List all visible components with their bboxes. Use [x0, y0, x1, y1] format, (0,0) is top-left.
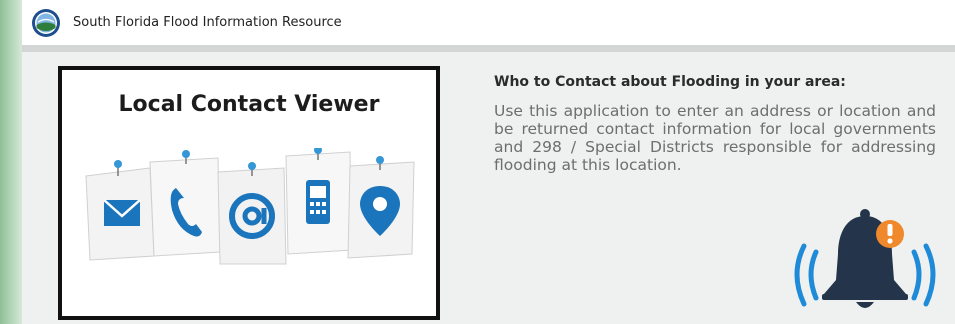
app-header: South Florida Flood Information Resource	[22, 0, 955, 45]
mobile-phone-icon	[285, 148, 353, 255]
contact-notes-illustration	[85, 148, 415, 265]
section-heading: Who to Contact about Flooding in your ar…	[494, 74, 846, 90]
envelope-icon	[85, 160, 155, 261]
phone-icon	[149, 150, 221, 257]
location-pin-icon	[347, 156, 415, 259]
main-content: Local Contact Viewer Who to Contact abou…	[22, 52, 955, 324]
header-divider	[22, 45, 955, 52]
at-sign-icon	[217, 162, 287, 265]
local-contact-viewer-card[interactable]: Local Contact Viewer	[58, 66, 440, 320]
left-decorative-strip	[0, 0, 22, 324]
card-title: Local Contact Viewer	[118, 92, 380, 117]
app-description: Use this application to enter an address…	[494, 102, 936, 174]
alert-bell-icon	[794, 209, 936, 308]
app-title: South Florida Flood Information Resource	[73, 15, 342, 30]
district-seal-icon	[32, 8, 60, 37]
